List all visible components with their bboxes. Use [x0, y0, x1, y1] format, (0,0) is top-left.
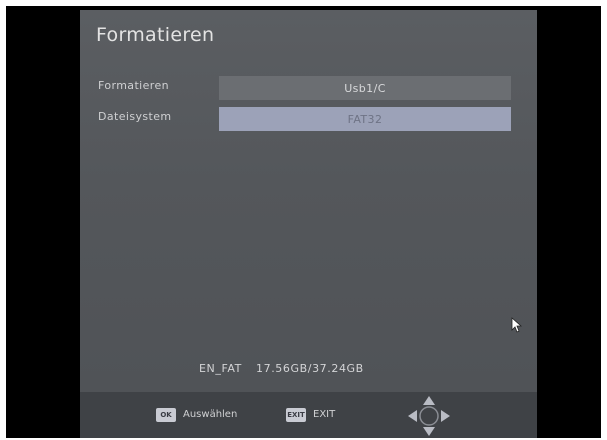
- storage-capacity-info: EN_FAT 17.56GB/37.24GB: [199, 362, 364, 375]
- exit-hint-label: EXIT: [313, 409, 336, 420]
- format-menu-panel: Formatieren Formatieren Usb1/C Dateisyst…: [80, 10, 537, 438]
- filesystem-value[interactable]: FAT32: [219, 107, 511, 131]
- mouse-cursor-icon: [511, 317, 523, 333]
- menu-title: Formatieren: [96, 24, 215, 46]
- capacity-text: 17.56GB/37.24GB: [256, 362, 364, 375]
- format-device-value[interactable]: Usb1/C: [219, 76, 511, 100]
- button-hint-bar: OK Auswählen EXIT EXIT: [80, 392, 537, 438]
- tv-screen: Formatieren Formatieren Usb1/C Dateisyst…: [6, 6, 601, 438]
- ok-hint-label: Auswählen: [183, 409, 238, 420]
- exit-key-icon[interactable]: EXIT: [286, 408, 306, 422]
- filesystem-label: Dateisystem: [98, 110, 172, 123]
- filesystem-type-text: EN_FAT: [199, 362, 242, 375]
- format-device-label: Formatieren: [98, 79, 170, 92]
- ok-key-icon[interactable]: OK: [156, 408, 176, 422]
- dpad-icon: [408, 396, 450, 436]
